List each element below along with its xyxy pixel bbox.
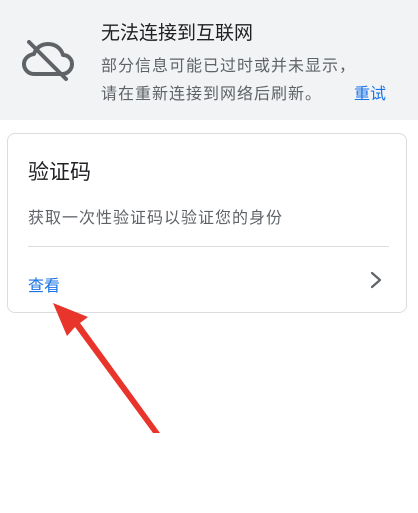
card-title: 验证码 bbox=[28, 160, 91, 184]
chevron-right-icon bbox=[370, 271, 382, 289]
offline-banner: 无法连接到互联网 部分信息可能已过时或并未显示， 请在重新连接到网络后刷新。 重… bbox=[0, 0, 418, 120]
verification-code-card: 验证码 获取一次性验证码以验证您的身份 查看 bbox=[7, 133, 407, 313]
view-link[interactable]: 查看 bbox=[28, 272, 60, 296]
banner-message-line-2: 请在重新连接到网络后刷新。 bbox=[101, 84, 323, 103]
cloud-off-icon bbox=[22, 40, 74, 81]
page: 无法连接到互联网 部分信息可能已过时或并未显示， 请在重新连接到网络后刷新。 重… bbox=[0, 0, 418, 513]
retry-link[interactable]: 重试 bbox=[354, 80, 386, 104]
banner-message-line-1: 部分信息可能已过时或并未显示， bbox=[101, 56, 357, 75]
view-code-action[interactable]: 查看 bbox=[8, 247, 406, 312]
card-description: 获取一次性验证码以验证您的身份 bbox=[28, 208, 284, 227]
banner-title: 无法连接到互联网 bbox=[101, 22, 254, 44]
